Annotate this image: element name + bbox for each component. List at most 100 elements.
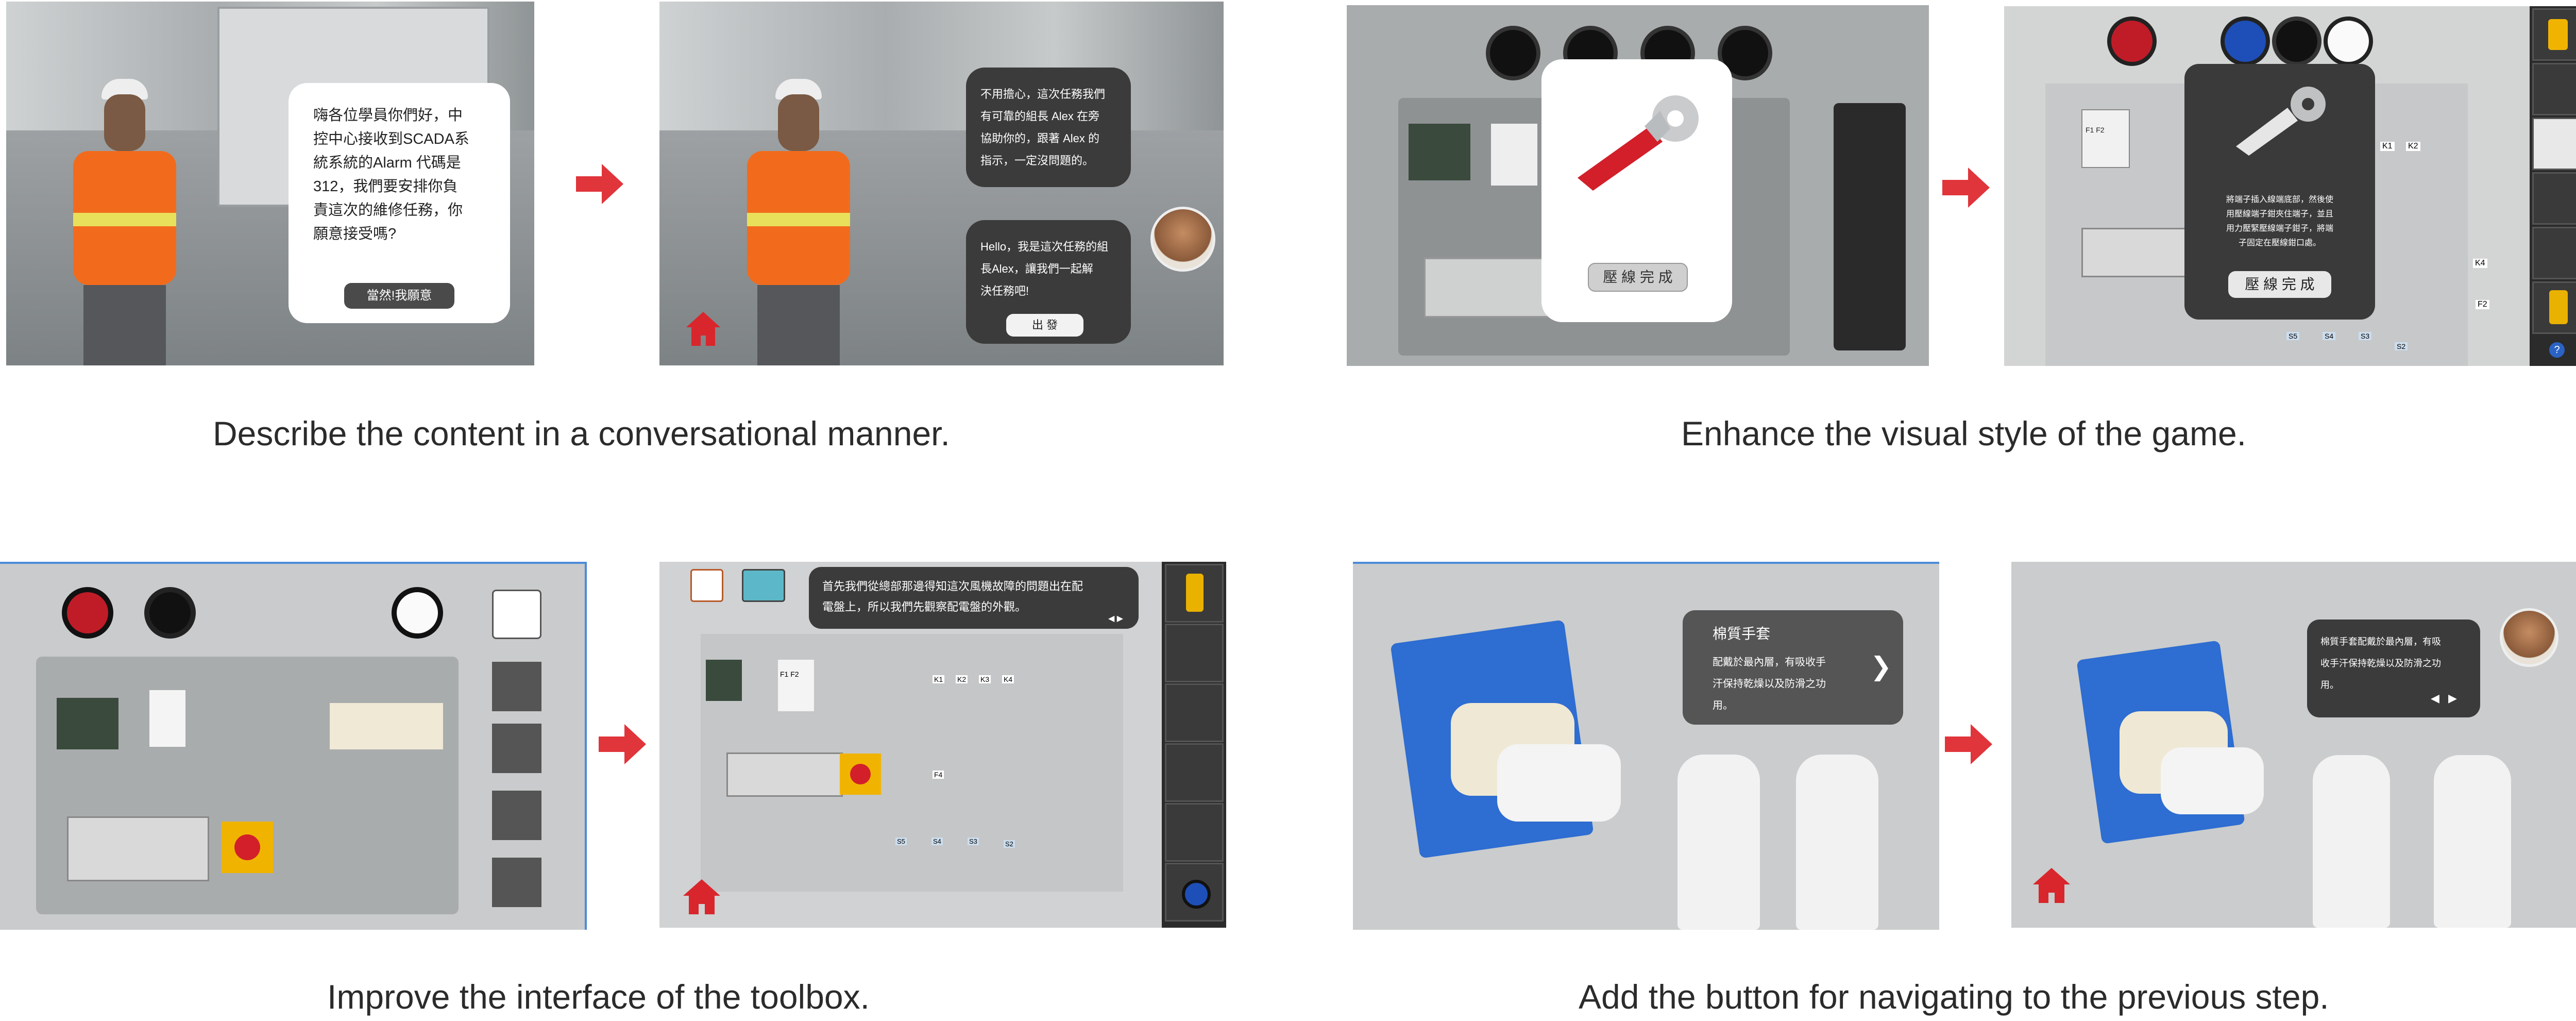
wire-tag: S3: [968, 838, 979, 845]
reassure-dialog-text: 不用擔心，這次任務我們 有可靠的組長 Alex 在旁 協助你的，跟著 Alex …: [980, 88, 1106, 167]
tool-slot-meter[interactable]: [2532, 8, 2576, 61]
terminal-block: [67, 816, 209, 881]
leader-avatar: [1150, 207, 1215, 272]
wire-tag: S2: [1004, 840, 1015, 848]
hint-text: 首先我們從總部那邊得知這次風機故障的問題出在配 電盤上，所以我們先觀察配電盤的外…: [822, 580, 1083, 613]
tool-slot-wire-spool[interactable]: [1165, 863, 1224, 922]
worker-avatar: [63, 79, 187, 365]
go-button[interactable]: 出 發: [1006, 314, 1083, 337]
crimp-instruction-popup: 將端子插入線端底部，然後使 用壓線端子鉗夾住端子，並且 用力壓緊壓線端子鉗子，將…: [2184, 64, 2375, 320]
hand-right: [2434, 755, 2511, 928]
reassure-dialog-bubble: 不用擔心，這次任務我們 有可靠的組長 Alex 在旁 協助你的，跟著 Alex …: [966, 68, 1131, 187]
wire-tag: S5: [2286, 332, 2300, 340]
wire-spool: [2107, 16, 2157, 66]
hand-left: [1677, 755, 1760, 930]
home-icon[interactable]: [2032, 867, 2071, 904]
tool-slot-screwdriver-red[interactable]: [2532, 172, 2576, 225]
wire-tag: K4: [2473, 259, 2487, 268]
toolbox-sidebar: ?: [2530, 6, 2576, 366]
prev-step-button[interactable]: ◀: [2431, 692, 2439, 705]
home-icon[interactable]: [685, 311, 721, 347]
white-gloves: [1497, 744, 1621, 822]
hint-bubble: 首先我們從總部那邊得知這次風機故障的問題出在配 電盤上，所以我們先觀察配電盤的外…: [809, 567, 1139, 629]
next-step-button[interactable]: ▶: [2448, 692, 2457, 705]
relay-bank: [330, 703, 443, 749]
toolbox-column: [1834, 103, 1906, 350]
wire-tag: F1 F2: [2086, 126, 2105, 134]
dialog-nav-arrows[interactable]: ◀ ▶: [1108, 613, 1123, 624]
wire-tag: F2: [2476, 300, 2489, 309]
wire-tag: K2: [956, 675, 968, 683]
tool-slot-pliers[interactable]: [1165, 624, 1224, 682]
arrow-right-icon: [1942, 168, 1990, 208]
breaker: F1 F2: [778, 660, 814, 711]
tool-slot-screwdriver-red[interactable]: [492, 791, 541, 840]
tool-slot-crimper[interactable]: [492, 724, 541, 773]
wire-spool: [392, 587, 443, 639]
arrow-right-icon: [1945, 724, 1992, 764]
transformer: [1409, 124, 1470, 180]
transformer: F1 F2: [2081, 109, 2130, 168]
arrow-right-icon: [599, 724, 646, 764]
wire-tag: F4: [933, 771, 944, 779]
wire-spool: [144, 587, 196, 639]
crimp-terminal-icon: [2236, 87, 2326, 156]
tool-slot-screwdriver-green[interactable]: [2532, 227, 2576, 279]
wire-spool: [2324, 16, 2373, 66]
arrow-right-icon: [576, 164, 623, 204]
screenshot-gloves-after: 棉質手套配戴於最內層，有吸 收手汗保持乾燥以及防滑之功 用。 ◀ ▶: [2011, 562, 2576, 928]
crimp-done-button[interactable]: 壓 線 完 成: [2228, 271, 2331, 298]
intro-dialog-text: 嗨各位學員你們好，中 控中心接收到SCADA系 統系統的Alarm 代碼是 31…: [313, 107, 469, 242]
clipboard-icon[interactable]: [492, 590, 541, 639]
tool-slot-multimeter[interactable]: [2532, 281, 2576, 334]
tool-slot-crimper[interactable]: [2532, 118, 2576, 170]
tool-slot-pliers[interactable]: [2532, 63, 2576, 115]
tool-slot-screwdriver-green[interactable]: [492, 858, 541, 907]
home-icon[interactable]: [682, 878, 721, 915]
wire-tag: K4: [1002, 675, 1014, 683]
manual-icon[interactable]: [690, 569, 723, 602]
item-description: 配戴於最內層，有吸收手 汗保持乾燥以及防滑之功 用。: [1713, 657, 1826, 711]
circuit-icon[interactable]: [742, 569, 785, 602]
crimp-instruction-text: 將端子插入線端底部，然後使 用壓線端子鉗夾住端子，並且 用力壓緊壓線端子鉗子，將…: [2226, 195, 2333, 247]
screenshot-crimp-style-before: 壓 線 完 成: [1347, 5, 1929, 366]
tool-slot-crimper[interactable]: [1165, 683, 1224, 742]
wire-spool: [1486, 26, 1540, 80]
caption-visual-style: Enhance the visual style of the game.: [1681, 414, 2246, 453]
breaker: [149, 690, 185, 747]
item-info-card: 棉質手套 配戴於最內層，有吸收手 汗保持乾燥以及防滑之功 用。 ❯: [1683, 610, 1903, 725]
screenshot-toolbox-after: 首先我們從總部那邊得知這次風機故障的問題出在配 電盤上，所以我們先觀察配電盤的外…: [659, 562, 1226, 928]
tool-slot-screwdriver-green[interactable]: [1165, 803, 1224, 862]
screenshot-toolbox-before: [0, 562, 587, 930]
wire-tag: F1 F2: [780, 670, 799, 678]
tool-slot-screwdriver-red[interactable]: [1165, 743, 1224, 802]
wire-tag: K1: [933, 675, 945, 683]
wire-spool: [62, 587, 113, 639]
next-arrow-button[interactable]: ❯: [1870, 651, 1892, 681]
crimp-done-button[interactable]: 壓 線 完 成: [1588, 263, 1688, 292]
emergency-stop: [840, 754, 881, 795]
wire-tag: S3: [2359, 332, 2372, 340]
help-button[interactable]: ?: [2549, 342, 2565, 358]
leader-dialog-bubble: Hello，我是這次任務的組 長Alex，讓我們一起解 決任務吧! 出 發: [966, 220, 1131, 344]
item-description: 棉質手套配戴於最內層，有吸 收手汗保持乾燥以及防滑之功 用。: [2320, 637, 2441, 690]
emergency-stop: [222, 822, 273, 873]
crimp-popup: 壓 線 完 成: [1541, 59, 1732, 322]
screenshot-crimp-style-after: F1 F2 K1 K2 K4 F2 S5 S4 S3 S2 將端子插入線端底部，…: [2004, 6, 2576, 366]
wire-tag: K1: [2380, 142, 2395, 151]
hand-right: [1796, 755, 1878, 930]
intro-dialog-bubble: 嗨各位學員你們好，中 控中心接收到SCADA系 統系統的Alarm 代碼是 31…: [289, 83, 510, 323]
tool-slot-pliers[interactable]: [492, 662, 541, 711]
screenshot-intro-dialog: 嗨各位學員你們好，中 控中心接收到SCADA系 統系統的Alarm 代碼是 31…: [6, 2, 534, 365]
wire-tag: K3: [979, 675, 991, 683]
toolbox-sidebar: [1162, 562, 1226, 928]
item-title: 棉質手套: [1713, 626, 1771, 642]
item-info-bubble: 棉質手套配戴於最內層，有吸 收手汗保持乾燥以及防滑之功 用。 ◀ ▶: [2307, 620, 2480, 717]
crimp-terminal-icon: [1578, 95, 1699, 191]
caption-conversational: Describe the content in a conversational…: [213, 414, 950, 453]
battery-icon: [2548, 19, 2568, 50]
accept-button[interactable]: 當然!我願意: [344, 283, 454, 309]
tool-slot-multimeter[interactable]: [1165, 564, 1224, 623]
wire-tag: S5: [895, 838, 907, 845]
leader-avatar: [2500, 608, 2558, 667]
